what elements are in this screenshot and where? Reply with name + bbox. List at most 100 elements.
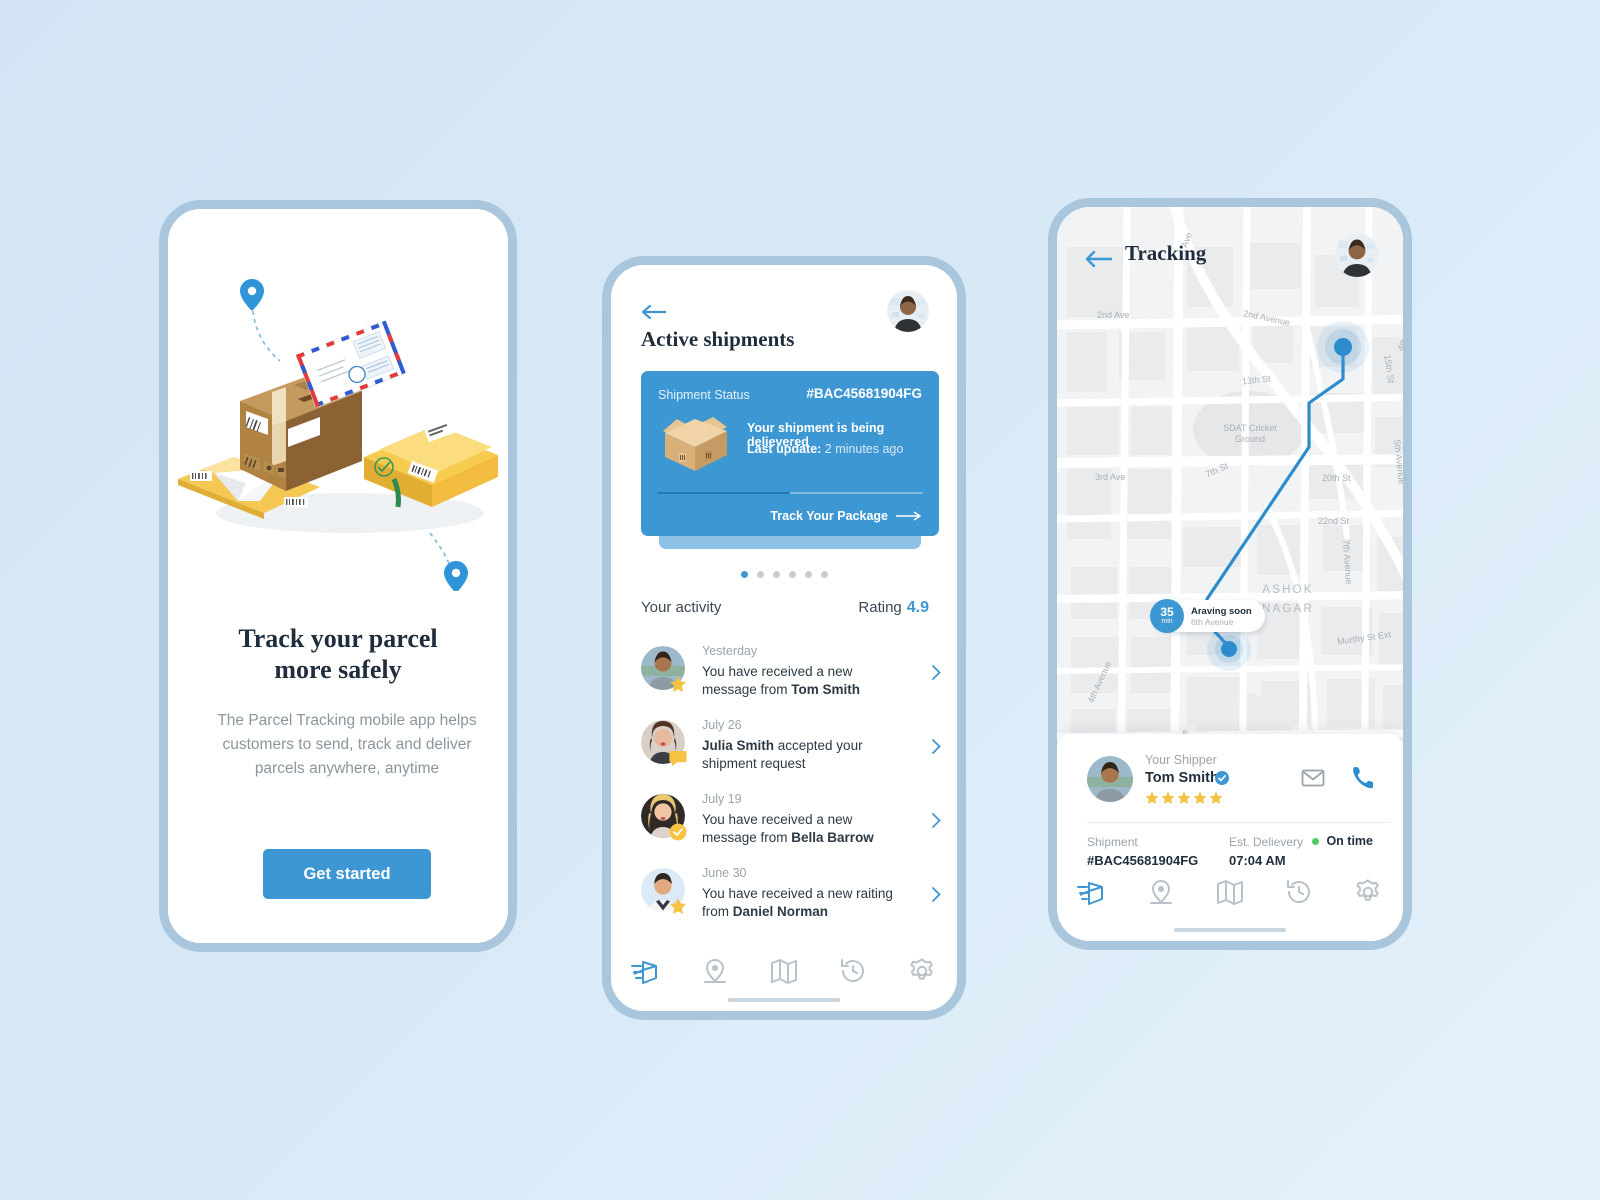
back-arrow-icon[interactable] xyxy=(641,303,667,321)
verified-badge-icon xyxy=(1215,771,1229,785)
nav-settings-icon[interactable] xyxy=(905,955,939,987)
page-title: Track your parcel more safely xyxy=(168,623,508,685)
activity-header: Your activity xyxy=(641,599,722,616)
list-item[interactable]: June 30 You have received a new raiting … xyxy=(641,861,943,935)
home-indicator xyxy=(728,998,840,1002)
track-package-button[interactable]: Track Your Package xyxy=(770,509,922,523)
onboarding-title-line2: more safely xyxy=(274,655,402,684)
shipper-bottom-sheet: Your Shipper Tom Smith Shipment #BAC4568… xyxy=(1057,734,1403,941)
eta-value: 35 xyxy=(1160,605,1174,619)
rating-value: 4.9 xyxy=(906,599,929,616)
page-title: Active shipments xyxy=(641,327,795,351)
eta-badge: 35 min xyxy=(1150,599,1184,633)
shipper-name: Tom Smith xyxy=(1145,770,1219,786)
bottom-navigation xyxy=(611,955,957,987)
star-badge-icon xyxy=(669,897,687,915)
email-icon[interactable] xyxy=(1301,766,1325,790)
activity-text: You have received a new message from Bel… xyxy=(702,811,907,847)
nav-settings-icon[interactable] xyxy=(1351,876,1385,908)
pagination-dot[interactable] xyxy=(804,571,812,578)
rating: Rating 4.9 xyxy=(858,599,929,617)
avatar[interactable] xyxy=(887,290,929,332)
last-update-label: Last update: xyxy=(747,442,822,456)
delivery-label: Est. Delievery xyxy=(1229,835,1304,849)
progress-fill xyxy=(657,492,790,494)
avatar xyxy=(1087,756,1133,802)
shipment-label: Shipment xyxy=(1087,835,1138,849)
activity-text-name: Bella Barrow xyxy=(791,830,874,845)
map-label: 3rd Ave xyxy=(1095,472,1126,482)
phone-tracking: Ave 2nd Ave 2nd Avenue 13th St SDAT Cric… xyxy=(1048,198,1412,950)
status-dot xyxy=(1312,837,1320,845)
nav-history-icon[interactable] xyxy=(836,955,870,987)
nav-map-icon[interactable] xyxy=(1213,876,1247,908)
activity-list: Yesterday You have received a new messag… xyxy=(641,639,943,935)
chevron-right-icon[interactable] xyxy=(932,813,941,828)
pagination-dot[interactable] xyxy=(772,571,780,578)
star-icon xyxy=(1161,791,1175,804)
phone-icon[interactable] xyxy=(1351,765,1374,789)
list-item[interactable]: July 26 Julia Smith accepted your shipme… xyxy=(641,713,943,787)
activity-text: Julia Smith accepted your shipment reque… xyxy=(702,737,907,773)
nav-shipments-icon[interactable] xyxy=(1075,876,1109,908)
star-icon xyxy=(1177,791,1191,804)
map-label: 20th St xyxy=(1322,473,1351,483)
shipment-value: #BAC45681904FG xyxy=(1087,853,1199,868)
check-badge-icon xyxy=(669,823,687,841)
carousel-pagination[interactable] xyxy=(611,571,957,578)
list-item[interactable]: Yesterday You have received a new messag… xyxy=(641,639,943,713)
message-badge-icon xyxy=(669,749,687,767)
phone-onboarding: Track your parcel more safely The Parcel… xyxy=(159,200,517,952)
activity-date: Yesterday xyxy=(702,644,758,658)
list-item[interactable]: July 19 You have received a new message … xyxy=(641,787,943,861)
rating-stars xyxy=(1145,791,1223,805)
star-badge-icon xyxy=(669,675,687,693)
activity-text-name: Julia Smith xyxy=(702,738,775,753)
chevron-right-icon[interactable] xyxy=(932,739,941,754)
last-update: Last update: 2 minutes ago xyxy=(747,442,903,456)
map-label: 22nd St xyxy=(1318,516,1350,526)
nav-location-icon[interactable] xyxy=(1144,876,1178,908)
map-label: 2nd Ave xyxy=(1097,310,1130,320)
back-arrow-icon[interactable] xyxy=(1085,250,1113,268)
star-icon xyxy=(1193,791,1207,804)
last-update-value: 2 minutes ago xyxy=(824,442,904,456)
eta-headline: Araving soon xyxy=(1191,605,1252,617)
pagination-dot[interactable] xyxy=(740,571,748,578)
bottom-navigation xyxy=(1057,876,1403,908)
eta-unit: min xyxy=(1161,618,1173,625)
open-box-icon xyxy=(657,413,733,475)
nav-location-icon[interactable] xyxy=(698,955,732,987)
onboarding-subtitle: The Parcel Tracking mobile app helps cus… xyxy=(217,712,477,777)
shipper-role-label: Your Shipper xyxy=(1145,753,1217,767)
delivery-value: 07:04 AM xyxy=(1229,853,1286,868)
activity-text: You have received a new raiting from Dan… xyxy=(702,885,907,921)
activity-date: July 26 xyxy=(702,718,742,732)
pagination-dot[interactable] xyxy=(756,571,764,578)
activity-text-name: Daniel Norman xyxy=(732,904,829,919)
pagination-dot[interactable] xyxy=(820,571,828,578)
star-icon xyxy=(1145,791,1159,804)
get-started-button[interactable]: Get started xyxy=(263,849,431,899)
shipment-status-label: Shipment Status xyxy=(658,388,750,402)
divider xyxy=(1087,822,1391,823)
shipment-id: #BAC45681904FG xyxy=(806,386,922,401)
activity-text-name: Tom Smith xyxy=(791,682,861,697)
activity-date: July 19 xyxy=(702,792,742,806)
nav-shipments-icon[interactable] xyxy=(629,955,663,987)
chevron-right-icon[interactable] xyxy=(932,665,941,680)
activity-date: June 30 xyxy=(702,866,747,880)
shipment-status-card[interactable]: Shipment Status #BAC45681904FG Your ship… xyxy=(641,371,939,536)
nav-map-icon[interactable] xyxy=(767,955,801,987)
arrow-right-icon xyxy=(896,511,922,521)
chevron-right-icon[interactable] xyxy=(932,887,941,902)
map-label: SDAT Cricket Ground xyxy=(1223,423,1277,444)
home-indicator xyxy=(1174,928,1286,932)
status-badge: On time xyxy=(1312,834,1373,848)
avatar[interactable] xyxy=(1335,233,1379,277)
pagination-dot[interactable] xyxy=(788,571,796,578)
eta-street: 6th Avenue xyxy=(1191,616,1234,627)
nav-history-icon[interactable] xyxy=(1282,876,1316,908)
activity-text: You have received a new message from Tom… xyxy=(702,663,907,699)
phone-active-shipments: Active shipments Shipment Status #BAC456… xyxy=(602,256,966,1020)
